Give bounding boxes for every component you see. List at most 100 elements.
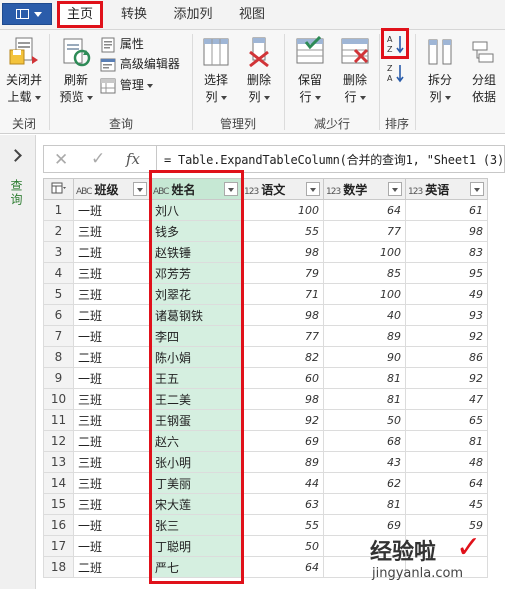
cell-english[interactable]: 45 [405, 493, 488, 515]
cell-chinese[interactable]: 79 [241, 262, 324, 284]
cell-english[interactable]: 83 [405, 241, 488, 263]
cell-english[interactable]: 64 [405, 472, 488, 494]
cell-math[interactable]: 81 [323, 493, 406, 515]
table-row[interactable]: 3 二班 赵铁锤 98 100 83 [43, 241, 488, 263]
cell-math[interactable]: 43 [323, 451, 406, 473]
column-header-class[interactable]: ABC 班级 [73, 178, 151, 200]
properties-button[interactable]: 属性 [100, 35, 144, 53]
cell-math[interactable]: 85 [323, 262, 406, 284]
cell-math[interactable]: 50 [323, 409, 406, 431]
filter-dropdown-icon[interactable] [388, 182, 402, 196]
cell-math[interactable]: 100 [323, 283, 406, 305]
cell-class[interactable]: 一班 [73, 514, 151, 536]
cell-name[interactable]: 刘八 [150, 199, 242, 221]
cell-class[interactable]: 三班 [73, 283, 151, 305]
choose-columns-button[interactable]: 选择 列 [195, 34, 237, 108]
cell-name[interactable]: 赵铁锤 [150, 241, 242, 263]
cell-chinese[interactable]: 50 [241, 535, 324, 557]
cell-name[interactable]: 张三 [150, 514, 242, 536]
cancel-formula-icon[interactable]: ✕ [54, 150, 68, 170]
cell-class[interactable]: 一班 [73, 199, 151, 221]
cell-chinese[interactable]: 44 [241, 472, 324, 494]
keep-rows-button[interactable]: 保留 行 [288, 34, 332, 108]
cell-chinese[interactable]: 98 [241, 241, 324, 263]
cell-english[interactable]: 95 [405, 262, 488, 284]
split-column-button[interactable]: 拆分 列 [418, 34, 462, 108]
file-menu-button[interactable] [2, 3, 52, 25]
commit-formula-icon[interactable]: ✓ [91, 149, 105, 169]
table-row[interactable]: 12 二班 赵六 69 68 81 [43, 430, 488, 452]
cell-name[interactable]: 王二美 [150, 388, 242, 410]
chevron-right-icon[interactable] [9, 149, 22, 162]
queries-pane-label[interactable]: 查询 [9, 179, 25, 207]
cell-class[interactable]: 二班 [73, 346, 151, 368]
table-row[interactable]: 7 一班 李四 77 89 92 [43, 325, 488, 347]
cell-name[interactable]: 李四 [150, 325, 242, 347]
group-by-button[interactable]: 分组 依据 [463, 34, 505, 108]
table-row[interactable]: 4 三班 邓芳芳 79 85 95 [43, 262, 488, 284]
cell-name[interactable]: 陈小娟 [150, 346, 242, 368]
cell-class[interactable]: 三班 [73, 472, 151, 494]
cell-english[interactable]: 81 [405, 430, 488, 452]
cell-math[interactable]: 68 [323, 430, 406, 452]
cell-name[interactable]: 赵六 [150, 430, 242, 452]
cell-class[interactable]: 三班 [73, 262, 151, 284]
sort-descending-button[interactable]: Z A [385, 62, 407, 86]
table-row[interactable]: 5 三班 刘翠花 71 100 49 [43, 283, 488, 305]
table-row[interactable]: 2 三班 钱多 55 77 98 [43, 220, 488, 242]
table-row[interactable]: 10 三班 王二美 98 81 47 [43, 388, 488, 410]
filter-dropdown-icon[interactable] [224, 182, 238, 196]
cell-chinese[interactable]: 89 [241, 451, 324, 473]
column-header-name[interactable]: ABC 姓名 [150, 178, 242, 200]
cell-name[interactable]: 刘翠花 [150, 283, 242, 305]
cell-class[interactable]: 三班 [73, 409, 151, 431]
cell-english[interactable]: 92 [405, 325, 488, 347]
cell-english[interactable]: 86 [405, 346, 488, 368]
cell-chinese[interactable]: 55 [241, 220, 324, 242]
cell-chinese[interactable]: 98 [241, 388, 324, 410]
filter-dropdown-icon[interactable] [306, 182, 320, 196]
table-row[interactable]: 6 二班 诸葛钢铁 98 40 93 [43, 304, 488, 326]
tab-home[interactable]: 主页 [57, 1, 103, 28]
cell-math[interactable]: 81 [323, 388, 406, 410]
cell-english[interactable]: 49 [405, 283, 488, 305]
formula-input[interactable]: = Table.ExpandTableColumn(合并的查询1, "Sheet… [164, 151, 505, 168]
cell-english[interactable]: 48 [405, 451, 488, 473]
cell-chinese[interactable]: 60 [241, 367, 324, 389]
table-row[interactable]: 15 三班 宋大莲 63 81 45 [43, 493, 488, 515]
filter-dropdown-icon[interactable] [470, 182, 484, 196]
cell-class[interactable]: 一班 [73, 325, 151, 347]
cell-english[interactable]: 93 [405, 304, 488, 326]
column-header-chinese[interactable]: 123 语文 [241, 178, 324, 200]
cell-class[interactable]: 三班 [73, 451, 151, 473]
cell-chinese[interactable]: 55 [241, 514, 324, 536]
cell-math[interactable]: 62 [323, 472, 406, 494]
cell-english[interactable]: 65 [405, 409, 488, 431]
cell-class[interactable]: 三班 [73, 493, 151, 515]
cell-math[interactable]: 40 [323, 304, 406, 326]
table-row[interactable]: 16 一班 张三 55 69 59 [43, 514, 488, 536]
cell-name[interactable]: 诸葛钢铁 [150, 304, 242, 326]
cell-name[interactable]: 严七 [150, 556, 242, 578]
sort-ascending-button[interactable]: A Z [385, 33, 407, 57]
cell-english[interactable]: 61 [405, 199, 488, 221]
cell-class[interactable]: 二班 [73, 304, 151, 326]
cell-name[interactable]: 王钢蛋 [150, 409, 242, 431]
filter-dropdown-icon[interactable] [133, 182, 147, 196]
cell-class[interactable]: 二班 [73, 430, 151, 452]
cell-chinese[interactable]: 77 [241, 325, 324, 347]
cell-chinese[interactable]: 82 [241, 346, 324, 368]
tab-add-column[interactable]: 添加列 [166, 2, 220, 30]
remove-columns-button[interactable]: 删除 列 [238, 34, 280, 108]
cell-math[interactable]: 89 [323, 325, 406, 347]
cell-name[interactable]: 钱多 [150, 220, 242, 242]
table-row[interactable]: 14 三班 丁美丽 44 62 64 [43, 472, 488, 494]
cell-name[interactable]: 张小明 [150, 451, 242, 473]
insert-function-icon[interactable]: fx [126, 150, 140, 168]
cell-chinese[interactable]: 100 [241, 199, 324, 221]
manage-button[interactable]: 管理 [100, 76, 153, 94]
cell-english[interactable]: 98 [405, 220, 488, 242]
cell-class[interactable]: 一班 [73, 535, 151, 557]
cell-chinese[interactable]: 63 [241, 493, 324, 515]
cell-chinese[interactable]: 98 [241, 304, 324, 326]
